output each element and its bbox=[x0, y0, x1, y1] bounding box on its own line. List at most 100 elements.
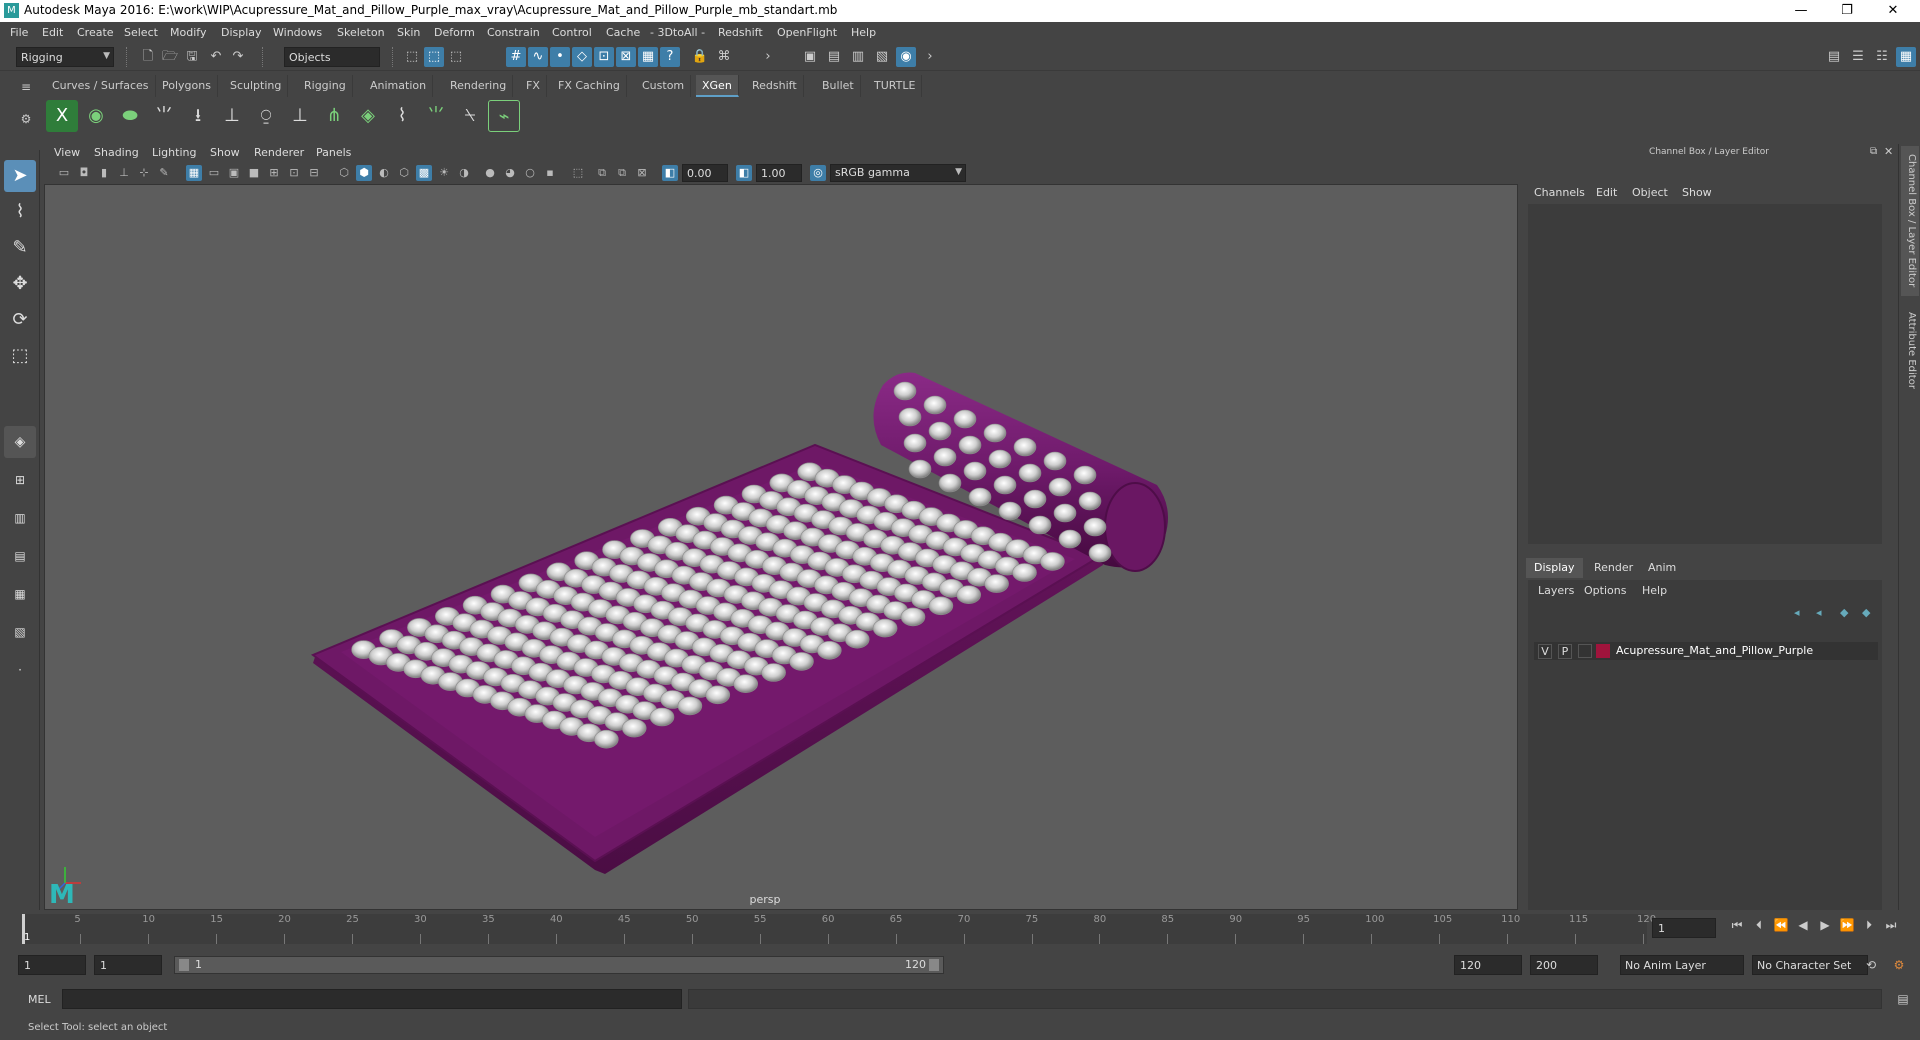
xgen-guide-visibility-icon[interactable]: ⍜ bbox=[250, 100, 282, 132]
shelf-tab-fx[interactable]: FX bbox=[520, 75, 547, 97]
paint-select-tool-icon[interactable]: ✎ bbox=[4, 232, 36, 264]
step-forward-key-icon[interactable]: ⏵ bbox=[1860, 916, 1878, 934]
layer-playback-toggle[interactable]: P bbox=[1558, 644, 1572, 659]
bookmark-icon[interactable]: ▮ bbox=[96, 165, 112, 181]
xgen-groom-icon[interactable]: ⌇ bbox=[386, 100, 418, 132]
tab-display[interactable]: Display bbox=[1526, 558, 1583, 578]
hypershade-icon[interactable]: ◉ bbox=[896, 47, 916, 67]
snap-curve-icon[interactable]: ∿ bbox=[528, 47, 548, 67]
script-editor-icon[interactable]: ▤ bbox=[1894, 990, 1912, 1008]
snap-grid-icon[interactable]: # bbox=[506, 47, 526, 67]
play-forwards-icon[interactable]: ▶ bbox=[1816, 916, 1834, 934]
new-layer-selected-icon[interactable]: ◆ bbox=[1862, 606, 1870, 619]
go-to-start-icon[interactable]: ⏮ bbox=[1728, 916, 1746, 934]
safe-action-icon[interactable]: ⊡ bbox=[286, 165, 302, 181]
layer-color-swatch[interactable] bbox=[1596, 644, 1610, 658]
expand-icon[interactable]: › bbox=[758, 47, 778, 67]
cb-menu-edit[interactable]: Edit bbox=[1596, 186, 1617, 199]
shelf-tab-curves-surfaces[interactable]: Curves / Surfaces bbox=[46, 75, 156, 97]
panel-menu-lighting[interactable]: Lighting bbox=[152, 146, 196, 159]
xgen-editor-icon[interactable]: X bbox=[46, 100, 78, 132]
anti-aliasing-icon[interactable]: ○ bbox=[522, 165, 538, 181]
xgen-sculpt-icon[interactable]: ⺌ bbox=[420, 100, 452, 132]
workspace-icon[interactable]: ▤ bbox=[1824, 47, 1844, 67]
use-default-material-icon[interactable]: ◐ bbox=[376, 165, 392, 181]
xgen-guide-length-icon[interactable]: ⊥ bbox=[216, 100, 248, 132]
render-settings-icon[interactable]: ▧ bbox=[872, 47, 892, 67]
snap-view-plane-icon[interactable]: ◇ bbox=[572, 47, 592, 67]
xgen-guide-lock-icon[interactable]: ⊥ bbox=[284, 100, 316, 132]
resolution-gate-icon[interactable]: ▣ bbox=[226, 165, 242, 181]
panel-menu-panels[interactable]: Panels bbox=[316, 146, 351, 159]
current-frame-field[interactable]: 1 bbox=[1652, 918, 1716, 938]
shelf-tab-animation[interactable]: Animation bbox=[364, 75, 434, 97]
color-management-icon[interactable]: ◎ bbox=[810, 165, 826, 181]
select-tool-icon[interactable]: ➤ bbox=[4, 160, 36, 192]
motion-blur-icon[interactable]: ◕ bbox=[502, 165, 518, 181]
view-transform-dropdown[interactable]: sRGB gamma ▼ bbox=[830, 164, 966, 182]
menu-deform[interactable]: Deform bbox=[434, 26, 475, 39]
xgen-move-guide-icon[interactable]: ⭳ bbox=[182, 100, 214, 132]
isolate-select-icon[interactable]: ⬚ bbox=[570, 165, 586, 181]
cb-menu-channels[interactable]: Channels bbox=[1534, 186, 1585, 199]
animation-preferences-icon[interactable]: ⚙ bbox=[1890, 956, 1908, 974]
xgen-add-guides-icon[interactable]: ⺌ bbox=[148, 100, 180, 132]
shelf-tab-rigging[interactable]: Rigging bbox=[298, 75, 353, 97]
collapse-icon[interactable]: › bbox=[920, 47, 940, 67]
toggle-channel-box-icon[interactable]: ▦ bbox=[1896, 47, 1916, 67]
new-scene-icon[interactable]: 🗋 bbox=[138, 47, 158, 67]
xgen-preview-icon[interactable]: ◉ bbox=[80, 100, 112, 132]
shelf-tab-xgen[interactable]: XGen bbox=[696, 75, 739, 97]
menu-skin[interactable]: Skin bbox=[397, 26, 420, 39]
snap-point-icon[interactable]: • bbox=[550, 47, 570, 67]
menu-modify[interactable]: Modify bbox=[170, 26, 206, 39]
exposure-field[interactable]: 0.00 bbox=[682, 164, 728, 182]
range-end-handle[interactable] bbox=[929, 959, 939, 971]
layer-type-toggle[interactable] bbox=[1578, 644, 1592, 658]
exposure-icon[interactable]: ◧ bbox=[662, 165, 678, 181]
history-icon[interactable]: ▦ bbox=[638, 47, 658, 67]
textured-icon[interactable]: ▩ bbox=[416, 165, 432, 181]
side-tab-channel-box[interactable]: Channel Box / Layer Editor bbox=[1901, 146, 1919, 296]
menu-skeleton[interactable]: Skeleton bbox=[337, 26, 385, 39]
camera-select-icon[interactable]: ▭ bbox=[56, 165, 72, 181]
step-back-key-icon[interactable]: ⏴ bbox=[1750, 916, 1768, 934]
screen-space-ao-icon[interactable]: ● bbox=[482, 165, 498, 181]
shelf-settings-icon[interactable]: ⚙ bbox=[18, 112, 34, 128]
toggle-outliner-icon[interactable]: ☰ bbox=[1848, 47, 1868, 67]
hypershade-layout-icon[interactable]: ▦ bbox=[4, 578, 36, 610]
command-input[interactable] bbox=[62, 989, 682, 1009]
menu-file[interactable]: File bbox=[10, 26, 28, 39]
snap-live-icon[interactable]: ⊡ bbox=[594, 47, 614, 67]
move-layer-down-icon[interactable]: ◂ bbox=[1816, 606, 1822, 619]
open-scene-icon[interactable]: 🗁 bbox=[160, 47, 180, 67]
persp-graph-layout-icon[interactable]: ▤ bbox=[4, 540, 36, 572]
le-menu-help[interactable]: Help bbox=[1642, 584, 1667, 597]
depth-of-field-icon[interactable]: ▪ bbox=[542, 165, 558, 181]
select-by-component-icon[interactable]: ⬚ bbox=[446, 47, 466, 67]
safe-title-icon[interactable]: ⊟ bbox=[306, 165, 322, 181]
shelf-tab-polygons[interactable]: Polygons bbox=[156, 75, 218, 97]
persp-uv-layout-icon[interactable]: ▧ bbox=[4, 616, 36, 648]
menu-cache[interactable]: Cache bbox=[606, 26, 640, 39]
shadows-icon[interactable]: ◑ bbox=[456, 165, 472, 181]
wireframe-on-shaded-icon[interactable]: ⬡ bbox=[396, 165, 412, 181]
le-menu-options[interactable]: Options bbox=[1584, 584, 1626, 597]
panel-menu-renderer[interactable]: Renderer bbox=[254, 146, 304, 159]
select-by-object-icon[interactable]: ⬚ bbox=[424, 47, 444, 67]
move-tool-icon[interactable]: ✥ bbox=[4, 268, 36, 300]
anim-end-field[interactable]: 120 bbox=[1454, 955, 1522, 975]
shelf-menu-icon[interactable]: ≡ bbox=[18, 80, 34, 96]
select-by-hierarchy-icon[interactable]: ⬚ bbox=[402, 47, 422, 67]
lasso-tool-icon[interactable]: ⌇ bbox=[4, 196, 36, 228]
character-set-dropdown[interactable]: No Character Set bbox=[1752, 955, 1868, 975]
gate-mask-icon[interactable]: ■ bbox=[246, 165, 262, 181]
range-start-handle[interactable] bbox=[179, 959, 189, 971]
gamma-field[interactable]: 1.00 bbox=[756, 164, 802, 182]
film-gate-icon[interactable]: ▭ bbox=[206, 165, 222, 181]
selection-mode-dropdown[interactable]: Objects bbox=[284, 47, 380, 67]
le-menu-layers[interactable]: Layers bbox=[1538, 584, 1574, 597]
four-view-layout-icon[interactable]: ⊞ bbox=[4, 464, 36, 496]
render-current-icon[interactable]: ▤ bbox=[824, 47, 844, 67]
shelf-tab-redshift[interactable]: Redshift bbox=[746, 75, 804, 97]
